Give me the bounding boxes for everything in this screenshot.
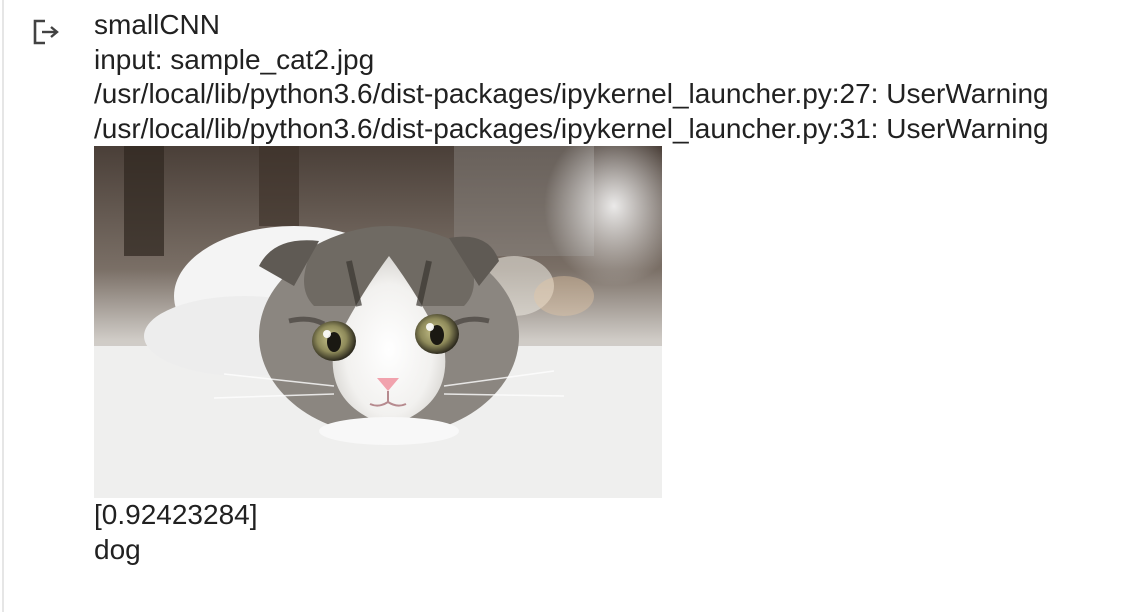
prediction-label: dog	[94, 533, 141, 565]
output-area: smallCNN input: sample_cat2.jpg /usr/loc…	[94, 8, 1126, 567]
output-redirect-icon[interactable]	[32, 17, 62, 47]
cell-left-border	[2, 0, 4, 612]
notebook-output-cell: smallCNN input: sample_cat2.jpg /usr/loc…	[0, 0, 1126, 612]
warning-line-1: /usr/local/lib/python3.6/dist-packages/i…	[94, 78, 1049, 109]
model-name-line: smallCNN	[94, 9, 220, 40]
prediction-score: [0.92423284]	[94, 499, 258, 530]
input-file-line: input: sample_cat2.jpg	[94, 43, 375, 75]
cat-image	[94, 146, 662, 498]
cat-photo-illustration	[94, 146, 662, 498]
warning-line-2: /usr/local/lib/python3.6/dist-packages/i…	[94, 112, 1049, 144]
